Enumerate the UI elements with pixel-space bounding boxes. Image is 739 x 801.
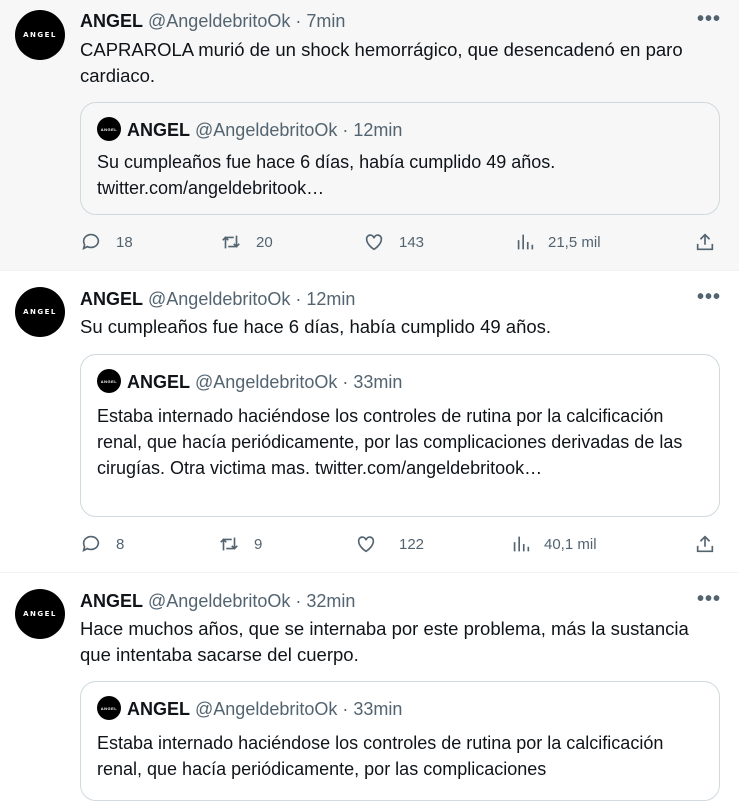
share-icon [696, 535, 714, 553]
avatar[interactable]: ANGEL [15, 287, 65, 337]
avatar-logo-text: ANGEL [23, 610, 57, 618]
like-button[interactable]: 122 [355, 533, 424, 555]
more-icon[interactable]: ••• [697, 8, 721, 31]
tweet-time: · 33min [342, 372, 403, 392]
author-name: ANGEL [127, 120, 190, 140]
tweet[interactable]: ANGEL ANGEL @AngeldebritoOk · 12min ••• … [0, 271, 739, 573]
retweet-icon [222, 235, 240, 249]
like-button[interactable]: 143 [363, 231, 424, 253]
reply-count: 8 [116, 535, 125, 553]
tweet-text: CAPRAROLA murió de un shock hemorrágico,… [80, 39, 683, 86]
reply-button[interactable]: 8 [80, 533, 124, 555]
author-handle: @AngeldebritoOk [195, 372, 338, 392]
avatar[interactable]: ANGEL [15, 589, 65, 639]
reply-button[interactable]: 18 [80, 231, 133, 253]
retweet-button[interactable]: 20 [220, 231, 273, 253]
author-handle[interactable]: @AngeldebritoOk [148, 591, 290, 611]
reply-icon [82, 233, 100, 250]
heart-icon [365, 234, 383, 251]
quoted-text: Estaba internado haciéndose los controle… [97, 406, 683, 478]
tweet-header: ANGEL @AngeldebritoOk · 12min [80, 289, 355, 310]
views-button[interactable]: 21,5 mil [514, 231, 601, 253]
quoted-tweet[interactable]: ANGEL ANGEL @AngeldebritoOk · 12min Su c… [80, 102, 720, 215]
tweet-header: ANGEL @AngeldebritoOk · 7min [80, 11, 345, 32]
views-count: 40,1 mil [544, 535, 597, 553]
avatar-logo-text: ANGEL [100, 378, 118, 384]
tweet-header: ANGEL @AngeldebritoOk · 32min [80, 591, 355, 612]
heart-icon [357, 536, 375, 553]
author-handle: @AngeldebritoOk [195, 120, 338, 140]
author-handle[interactable]: @AngeldebritoOk [148, 289, 290, 309]
share-button[interactable] [694, 231, 716, 253]
tweet-text: Hace muchos años, que se internaba por e… [80, 618, 689, 665]
quoted-text: Estaba internado haciéndose los controle… [97, 733, 664, 779]
author-handle: @AngeldebritoOk [195, 699, 338, 719]
reply-count: 18 [116, 233, 133, 251]
tweet-time: · 33min [342, 699, 403, 719]
author-name: ANGEL [127, 699, 190, 719]
quoted-text: Su cumpleaños fue hace 6 días, había cum… [97, 152, 556, 198]
author-name[interactable]: ANGEL [80, 591, 143, 611]
views-icon [513, 536, 530, 552]
quoted-tweet[interactable]: ANGEL ANGEL @AngeldebritoOk · 33min Esta… [80, 354, 720, 517]
quoted-header: ANGEL @AngeldebritoOk · 12min [127, 120, 402, 141]
more-icon[interactable]: ••• [697, 286, 721, 309]
author-name[interactable]: ANGEL [80, 289, 143, 309]
quoted-header: ANGEL @AngeldebritoOk · 33min [127, 699, 402, 720]
avatar[interactable]: ANGEL [15, 10, 65, 60]
views-count: 21,5 mil [548, 233, 601, 251]
avatar-logo-text: ANGEL [23, 308, 57, 316]
tweet-time[interactable]: · 32min [295, 591, 355, 611]
tweet[interactable]: ANGEL ANGEL @AngeldebritoOk · 32min ••• … [0, 573, 739, 801]
views-button[interactable]: 40,1 mil [510, 533, 597, 555]
tweet[interactable]: ANGEL ANGEL @AngeldebritoOk · 7min ••• C… [0, 0, 739, 271]
author-name[interactable]: ANGEL [80, 11, 143, 31]
author-name: ANGEL [127, 372, 190, 392]
avatar: ANGEL [97, 369, 121, 393]
tweet-text: Su cumpleaños fue hace 6 días, había cum… [80, 316, 552, 337]
tweet-time: · 12min [342, 120, 403, 140]
retweet-count: 9 [254, 535, 263, 553]
tweet-actions: 8 9 122 40,1 mil [80, 533, 720, 557]
avatar-logo-text: ANGEL [23, 31, 57, 39]
like-count: 143 [399, 233, 425, 251]
quoted-tweet[interactable]: ANGEL ANGEL @AngeldebritoOk · 33min Esta… [80, 681, 720, 801]
quoted-header: ANGEL @AngeldebritoOk · 33min [127, 372, 402, 393]
like-count: 122 [399, 535, 425, 553]
tweet-time[interactable]: · 12min [295, 289, 355, 309]
share-icon [696, 233, 714, 251]
avatar: ANGEL [97, 696, 121, 720]
avatar: ANGEL [97, 117, 121, 141]
retweet-count: 20 [256, 233, 273, 251]
avatar-logo-text: ANGEL [100, 126, 118, 132]
retweet-button[interactable]: 9 [218, 533, 262, 555]
reply-icon [82, 535, 100, 552]
share-button[interactable] [694, 533, 716, 555]
tweet-time[interactable]: · 7min [295, 11, 345, 31]
tweet-actions: 18 20 143 21,5 mil [80, 231, 720, 255]
views-icon [517, 234, 534, 250]
retweet-icon [220, 537, 238, 551]
avatar-logo-text: ANGEL [100, 705, 118, 711]
author-handle[interactable]: @AngeldebritoOk [148, 11, 290, 31]
more-icon[interactable]: ••• [697, 588, 721, 611]
